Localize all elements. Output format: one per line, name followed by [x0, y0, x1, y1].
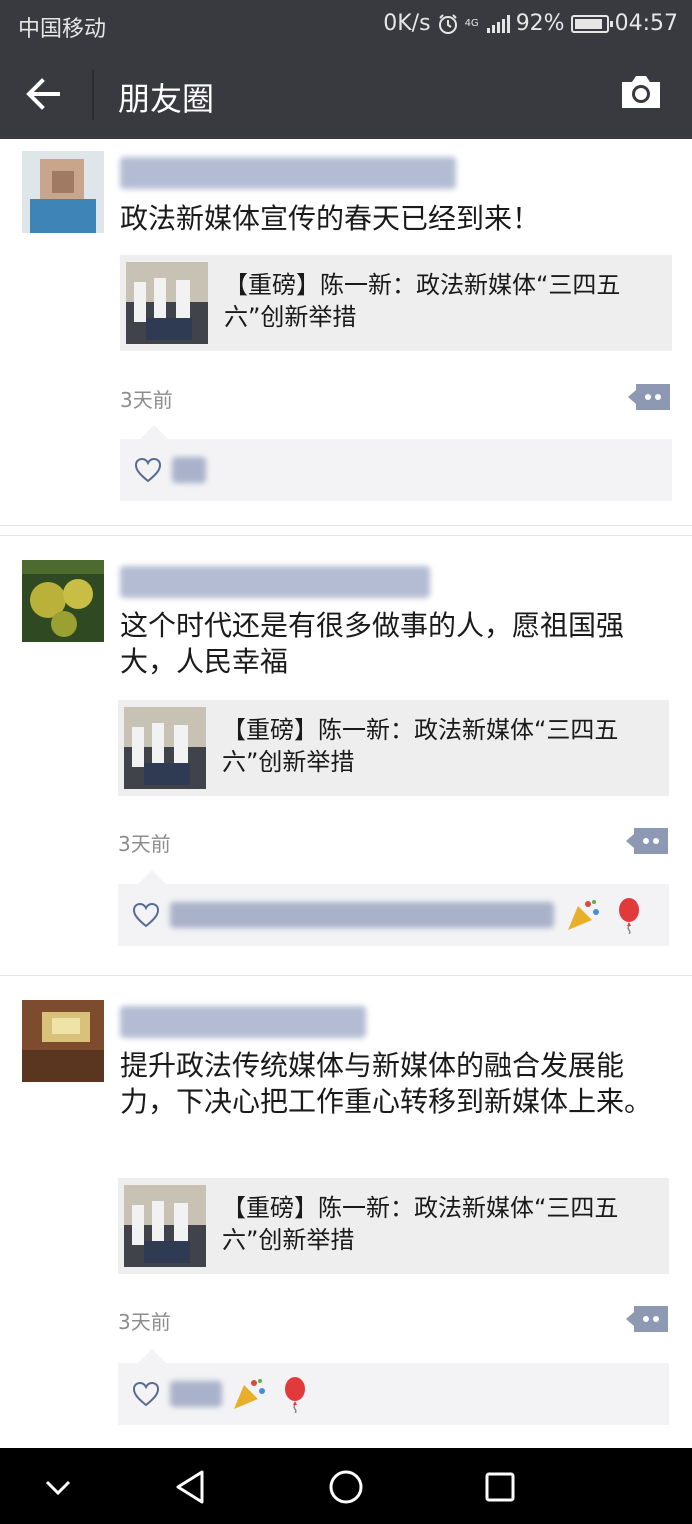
- avatar[interactable]: [22, 151, 104, 233]
- shared-link-card[interactable]: 【重磅】陈一新：政法新媒体“三四五六”创新举措: [120, 255, 672, 351]
- back-button[interactable]: [22, 74, 72, 114]
- moment-post: 这个时代还是有很多做事的人，愿祖国强大，人民幸福 【重磅】陈一新：政法新媒体“三…: [0, 536, 692, 974]
- clock: 04:57: [614, 11, 678, 36]
- arrow-left-icon: [26, 78, 60, 110]
- avatar-image: [22, 151, 104, 233]
- shared-link-card[interactable]: 【重磅】陈一新：政法新媒体“三四五六”创新举措: [118, 700, 669, 796]
- post-text: 提升政法传统媒体与新媒体的融合发展能力，下决心把工作重心转移到新媒体上来。: [120, 1049, 653, 1118]
- post-divider: [0, 525, 692, 526]
- nickname-blurred[interactable]: [120, 566, 430, 598]
- post-time: 3天前: [120, 388, 173, 412]
- post-text: 政法新媒体宣传的春天已经到来！: [120, 202, 541, 235]
- avatar-image: [22, 560, 104, 642]
- likes-box: [120, 425, 672, 501]
- status-bar: 中国移动 0K/s 4G 92% 04:57: [0, 0, 692, 50]
- system-back-button[interactable]: [166, 1462, 216, 1512]
- comment-dots-icon: [628, 384, 670, 410]
- link-title: 【重磅】陈一新：政法新媒体“三四五六”创新举措: [222, 1194, 619, 1254]
- nickname-blurred[interactable]: [120, 1006, 366, 1038]
- post-time: 3天前: [118, 1310, 171, 1334]
- system-recents-button[interactable]: [475, 1462, 525, 1512]
- triangle-back-icon: [176, 1470, 204, 1504]
- likes-box: [118, 1349, 669, 1425]
- link-title: 【重磅】陈一新：政法新媒体“三四五六”创新举措: [224, 271, 621, 331]
- post-text: 这个时代还是有很多做事的人，愿祖国强大，人民幸福: [120, 609, 625, 678]
- nav-divider: [92, 70, 94, 120]
- likes-box: [118, 870, 669, 946]
- nickname-blurred[interactable]: [120, 157, 456, 189]
- camera-icon: [622, 76, 660, 108]
- comment-dots-icon: [626, 828, 668, 854]
- moment-post: 提升政法传统媒体与新媒体的融合发展能力，下决心把工作重心转移到新媒体上来。 【重…: [0, 976, 692, 1448]
- avatar[interactable]: [22, 1000, 104, 1082]
- battery-icon: [570, 14, 613, 33]
- heart-icon: [132, 1381, 160, 1407]
- camera-button[interactable]: [618, 72, 668, 116]
- status-indicators: 0K/s 4G 92% 04:57: [383, 11, 678, 36]
- system-home-button[interactable]: [321, 1462, 371, 1512]
- circle-home-icon: [329, 1470, 363, 1504]
- moments-feed[interactable]: 政法新媒体宣传的春天已经到来！ 【重磅】陈一新：政法新媒体“三四五六”创新举措 …: [0, 139, 692, 1448]
- link-thumbnail: [126, 262, 208, 344]
- liker-names-blurred[interactable]: [170, 902, 554, 928]
- avatar-image: [22, 1000, 104, 1082]
- heart-icon: [132, 902, 160, 928]
- signal-icon: [486, 14, 510, 33]
- alarm-icon: [438, 13, 457, 34]
- comment-dots-icon: [626, 1306, 668, 1332]
- moment-post: 政法新媒体宣传的春天已经到来！ 【重磅】陈一新：政法新媒体“三四五六”创新举措 …: [0, 139, 692, 524]
- link-thumbnail: [124, 1185, 206, 1267]
- balloon-icon: [285, 1377, 305, 1413]
- comment-button[interactable]: [626, 826, 668, 856]
- post-time: 3天前: [118, 832, 171, 856]
- liker-names-blurred[interactable]: [172, 457, 206, 483]
- chevron-down-icon: [45, 1480, 71, 1496]
- comment-button[interactable]: [626, 1304, 668, 1334]
- heart-icon: [134, 457, 162, 483]
- party-popper-icon: [568, 900, 599, 930]
- party-popper-icon: [234, 1379, 265, 1409]
- comment-button[interactable]: [628, 382, 670, 412]
- hide-nav-button[interactable]: [33, 1462, 83, 1512]
- link-title: 【重磅】陈一新：政法新媒体“三四五六”创新举措: [222, 716, 619, 776]
- carrier-name: 中国移动: [18, 17, 107, 42]
- balloon-icon: [619, 898, 639, 934]
- link-thumbnail: [124, 707, 206, 789]
- liker-names-blurred[interactable]: [170, 1381, 222, 1407]
- nav-bar: 朋友圈: [0, 50, 692, 139]
- page-title: 朋友圈: [118, 80, 215, 118]
- network-type: 4G: [464, 17, 479, 29]
- shared-link-card[interactable]: 【重磅】陈一新：政法新媒体“三四五六”创新举措: [118, 1178, 669, 1274]
- square-recents-icon: [485, 1472, 515, 1502]
- system-nav-bar: [0, 1448, 692, 1524]
- battery-percent: 92%: [515, 11, 565, 36]
- avatar[interactable]: [22, 560, 104, 642]
- network-speed: 0K/s: [383, 11, 431, 36]
